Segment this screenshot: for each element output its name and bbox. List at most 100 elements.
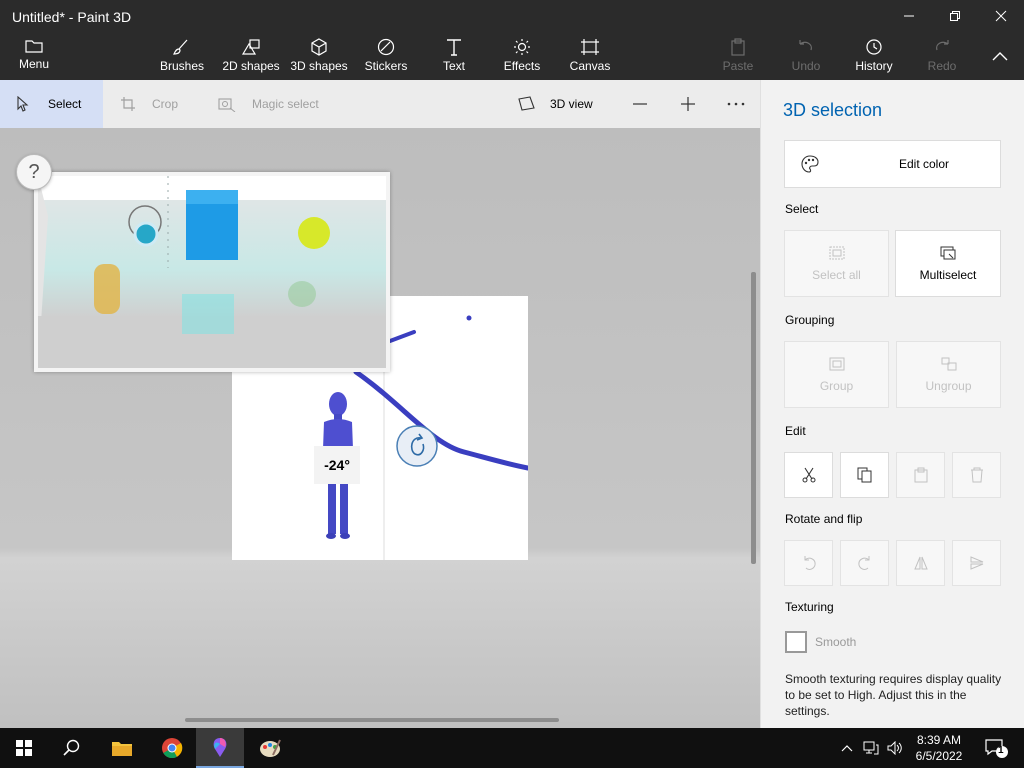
magic-select-button[interactable]: Magic select — [218, 80, 319, 128]
rotate-left-icon — [804, 556, 816, 570]
trash-icon — [970, 467, 983, 483]
text-icon — [447, 39, 461, 56]
delete-button[interactable] — [952, 452, 1001, 498]
group-button[interactable]: Group — [784, 341, 889, 408]
folder-icon — [25, 40, 43, 53]
cursor-icon — [17, 96, 29, 112]
brush-icon — [173, 39, 188, 55]
volume-button[interactable] — [884, 728, 906, 768]
2d-shapes-button[interactable]: 2D shapes — [220, 32, 282, 80]
2d-shapes-label: 2D shapes — [222, 59, 280, 73]
edit-section-label: Edit — [785, 424, 806, 438]
3d-selection-panel: 3D selection Edit color Select Select al… — [760, 80, 1024, 728]
menu-label: Menu — [18, 57, 50, 71]
clock-time: 8:39 AM — [916, 733, 962, 747]
paste-button[interactable]: Paste — [714, 32, 762, 80]
group-label: Group — [819, 378, 854, 393]
palette-icon — [801, 155, 819, 173]
stickers-icon — [377, 38, 395, 56]
stickers-button[interactable]: Stickers — [362, 32, 410, 80]
ungroup-button[interactable]: Ungroup — [896, 341, 1001, 408]
3d-view-label: 3D view — [550, 97, 593, 111]
panel-title: 3D selection — [783, 100, 883, 120]
paint-3d-taskbar-button[interactable] — [196, 728, 244, 768]
undo-button[interactable]: Undo — [782, 32, 830, 80]
flip-horizontal-button[interactable] — [896, 540, 945, 586]
magic-select-label: Magic select — [252, 97, 319, 111]
rotate-left-button[interactable] — [784, 540, 833, 586]
smooth-checkbox[interactable] — [785, 631, 807, 653]
3d-shapes-button[interactable]: 3D shapes — [288, 32, 350, 80]
minimize-button[interactable] — [886, 0, 932, 32]
crop-tool-button[interactable]: Crop — [120, 80, 178, 128]
smooth-label: Smooth — [815, 635, 857, 649]
multiselect-icon — [940, 246, 956, 259]
effects-label: Effects — [503, 59, 541, 73]
flip-vertical-button[interactable] — [952, 540, 1001, 586]
3d-view-icon — [518, 96, 535, 111]
zoom-out-button[interactable] — [630, 80, 650, 128]
copy-button[interactable] — [840, 452, 889, 498]
chevron-up-icon — [992, 52, 1008, 61]
menu-button[interactable]: Menu — [10, 32, 58, 80]
history-button[interactable]: History — [850, 32, 898, 80]
vertical-scrollbar[interactable] — [751, 272, 756, 564]
canvas-icon — [581, 39, 599, 55]
canvas-workspace[interactable]: -24° ? — [0, 128, 760, 728]
taskbar: 8:39 AM 6/5/2022 1 — [0, 728, 1024, 768]
redo-label: Redo — [927, 59, 957, 73]
crop-icon — [121, 97, 135, 111]
copy-icon — [857, 467, 871, 483]
undo-icon — [799, 40, 812, 51]
3d-shapes-label: 3D shapes — [290, 59, 348, 73]
close-button[interactable] — [978, 0, 1024, 32]
paint-3d-icon — [213, 738, 227, 757]
redo-button[interactable]: Redo — [918, 32, 966, 80]
chrome-icon — [162, 738, 183, 759]
select-all-label: Select all — [812, 267, 861, 282]
window-title: Untitled* - Paint 3D — [12, 9, 132, 25]
search-button[interactable] — [48, 728, 96, 768]
show-hidden-icons-button[interactable] — [836, 728, 858, 768]
taskbar-clock[interactable]: 8:39 AM 6/5/2022 — [910, 732, 968, 764]
windows-icon — [16, 740, 32, 756]
canvas-button[interactable]: Canvas — [566, 32, 614, 80]
more-options-button[interactable] — [726, 80, 746, 128]
rotate-handle-icon[interactable] — [395, 424, 441, 468]
help-button[interactable]: ? — [16, 154, 52, 190]
magic-select-icon — [218, 98, 236, 112]
start-button[interactable] — [0, 728, 48, 768]
cut-button[interactable] — [784, 452, 833, 498]
3d-view-button[interactable]: 3D view — [518, 80, 593, 128]
select-tool-button[interactable]: Select — [0, 80, 103, 128]
crop-label: Crop — [152, 97, 179, 111]
ribbon: Menu Brushes 2D shapes 3D shapes Sticker… — [0, 32, 1024, 80]
paste-icon — [731, 38, 745, 56]
flip-vertical-icon — [970, 556, 983, 570]
3d-preview-window[interactable] — [34, 172, 390, 372]
network-button[interactable] — [860, 728, 882, 768]
file-explorer-button[interactable] — [98, 728, 146, 768]
restore-button[interactable] — [932, 0, 978, 32]
tool-bar: Select Crop Magic select 3D view — [0, 80, 760, 128]
paste-panel-button[interactable] — [896, 452, 945, 498]
search-icon — [63, 739, 80, 756]
horizontal-scrollbar[interactable] — [185, 718, 559, 722]
brushes-label: Brushes — [159, 59, 205, 73]
edit-color-button[interactable]: Edit color — [784, 140, 1001, 188]
effects-button[interactable]: Effects — [498, 32, 546, 80]
chrome-button[interactable] — [148, 728, 196, 768]
collapse-ribbon-button[interactable] — [980, 32, 1020, 80]
rotate-right-button[interactable] — [840, 540, 889, 586]
text-button[interactable]: Text — [430, 32, 478, 80]
notifications-button[interactable]: 1 — [976, 728, 1016, 768]
brushes-button[interactable]: Brushes — [158, 32, 206, 80]
paint-taskbar-button[interactable] — [246, 728, 294, 768]
select-label: Select — [48, 97, 82, 111]
canvas-label: Canvas — [569, 59, 611, 73]
multiselect-button[interactable]: Multiselect — [895, 230, 1001, 297]
clock-date: 6/5/2022 — [915, 749, 963, 763]
notification-icon — [985, 739, 1008, 758]
zoom-in-button[interactable] — [678, 80, 698, 128]
select-all-button[interactable]: Select all — [784, 230, 889, 297]
